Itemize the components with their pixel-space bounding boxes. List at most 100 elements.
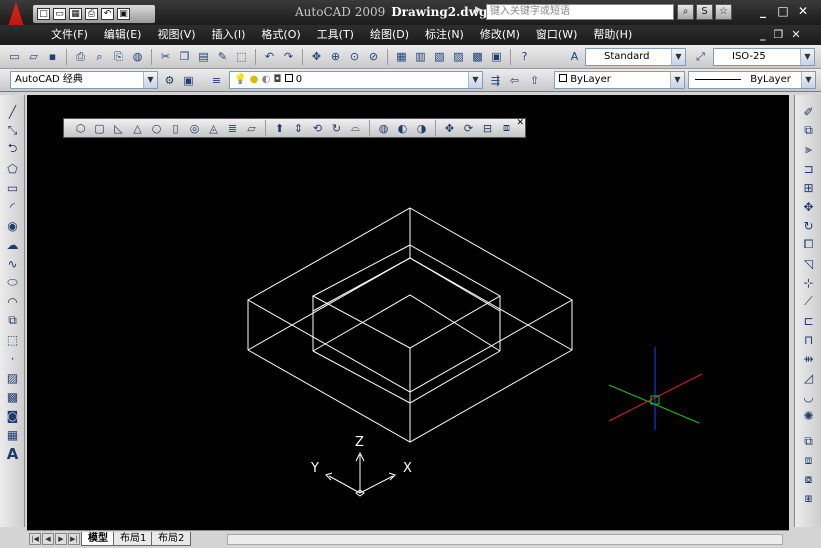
layer-states-icon[interactable]: ⇧ (526, 72, 543, 89)
break-at-point-icon[interactable]: ⊏ (800, 312, 817, 329)
gradient-icon[interactable]: ▩ (4, 388, 21, 405)
menu-format[interactable]: 格式(O) (253, 28, 308, 42)
wedge-icon[interactable]: ◺ (110, 120, 127, 136)
menu-edit[interactable]: 编辑(E) (96, 28, 150, 42)
infocenter-search-input[interactable]: 键入关键字或短语 (486, 4, 674, 20)
sphere-icon[interactable]: ○ (148, 120, 165, 136)
tab-layout2[interactable]: 布局2 (151, 532, 192, 546)
save-file-icon[interactable]: ▪ (44, 48, 61, 65)
fillet-icon[interactable]: ◡ (800, 388, 817, 405)
torus-icon[interactable]: ◎ (186, 120, 203, 136)
paste-icon[interactable]: ▤ (195, 48, 212, 65)
trim-icon[interactable]: ⊹ (800, 274, 817, 291)
open-file-icon[interactable]: ▱ (25, 48, 42, 65)
construction-line-icon[interactable]: ⤡ (4, 122, 21, 139)
planar-surface-icon[interactable]: ▱ (243, 120, 260, 136)
sweep-icon[interactable]: ⟲ (309, 120, 326, 136)
menu-help[interactable]: 帮助(H) (585, 28, 640, 42)
menu-file[interactable]: 文件(F) (43, 28, 96, 42)
menu-view[interactable]: 视图(V) (149, 28, 203, 42)
print-icon[interactable]: ⎙ (72, 48, 89, 65)
cylinder-icon[interactable]: ▯ (167, 120, 184, 136)
doc-minimize-button[interactable]: _ (760, 28, 766, 42)
redo-icon[interactable]: ▣ (117, 8, 130, 20)
scale-icon[interactable]: ⧠ (800, 236, 817, 253)
menu-tools[interactable]: 工具(T) (309, 28, 362, 42)
table-icon[interactable]: ▦ (4, 426, 21, 443)
stretch-icon[interactable]: ◹ (800, 255, 817, 272)
horizontal-scrollbar[interactable] (227, 534, 783, 545)
plot-preview-icon[interactable]: ⌕ (91, 48, 108, 65)
send-to-back-icon[interactable]: ⧇ (800, 471, 817, 488)
quickcalc-icon[interactable]: ▣ (488, 48, 505, 65)
properties-icon[interactable]: ▦ (393, 48, 410, 65)
intersect-icon[interactable]: ◑ (413, 120, 430, 136)
doc-restore-button[interactable]: ❐ (774, 28, 784, 42)
box-icon[interactable]: ▢ (91, 120, 108, 136)
minimize-button[interactable]: _ (756, 4, 770, 18)
zoom-window-icon[interactable]: ⊙ (346, 48, 363, 65)
multiline-text-icon[interactable]: A (4, 445, 21, 463)
draw-order-icon[interactable]: ⧉ (800, 433, 817, 450)
flatshot-icon[interactable]: ⧈ (498, 120, 515, 136)
qnew-icon[interactable]: □ (37, 8, 50, 20)
menu-window[interactable]: 窗口(W) (528, 28, 585, 42)
rectangle-icon[interactable]: ▭ (4, 179, 21, 196)
cut-icon[interactable]: ✂ (157, 48, 174, 65)
open-icon[interactable]: ▭ (53, 8, 66, 20)
search-icon[interactable]: ⌕ (677, 4, 694, 20)
linetype-select[interactable]: ByLayer ▼ (688, 71, 816, 89)
menu-dimension[interactable]: 标注(N) (417, 28, 472, 42)
arc-icon[interactable]: ◜ (4, 198, 21, 215)
extrude-icon[interactable]: ⬆ (271, 120, 288, 136)
cone-icon[interactable]: △ (129, 120, 146, 136)
drawing-canvas[interactable]: Z Y X (27, 95, 789, 530)
copy-object-icon[interactable]: ⧉ (800, 122, 817, 139)
pan-icon[interactable]: ✥ (308, 48, 325, 65)
union-icon[interactable]: ◍ (375, 120, 392, 136)
revision-cloud-icon[interactable]: ☁ (4, 236, 21, 253)
ellipse-icon[interactable]: ⬭ (4, 274, 21, 291)
extend-icon[interactable]: ⟋ (800, 293, 817, 310)
text-style-select[interactable]: Standard ▼ (585, 48, 686, 66)
next-tab-icon[interactable]: ▶ (55, 533, 67, 545)
hatch-icon[interactable]: ▨ (4, 369, 21, 386)
zoom-realtime-icon[interactable]: ⊕ (327, 48, 344, 65)
menu-insert[interactable]: 插入(I) (204, 28, 254, 42)
match-properties-icon[interactable]: ✎ (214, 48, 231, 65)
last-tab-icon[interactable]: ▶| (68, 533, 80, 545)
sheet-set-icon[interactable]: ▨ (450, 48, 467, 65)
undo-icon[interactable]: ↶ (101, 8, 114, 20)
presspull-icon[interactable]: ⇕ (290, 120, 307, 136)
plot-icon[interactable]: ⎙ (85, 8, 98, 20)
polyline-icon[interactable]: ⮌ (4, 141, 21, 158)
polysolid-icon[interactable]: ⬡ (72, 120, 89, 136)
region-icon[interactable]: ◙ (4, 407, 21, 424)
workspace-settings-icon[interactable]: ⚙ (161, 72, 178, 89)
join-icon[interactable]: ⇻ (800, 350, 817, 367)
help-icon[interactable]: ? (516, 48, 533, 65)
line-icon[interactable]: ╱ (4, 103, 21, 120)
layer-select[interactable]: 💡 ● ◐ ◘ 0 ▼ (229, 71, 483, 89)
loft-icon[interactable]: ⌓ (347, 120, 364, 136)
tool-palettes-icon[interactable]: ▧ (431, 48, 448, 65)
clean-screen-icon[interactable]: ▣ (180, 72, 197, 89)
tab-model[interactable]: 模型 (81, 532, 115, 546)
save-icon[interactable]: ▦ (69, 8, 82, 20)
dim-style-select[interactable]: ISO-25 ▼ (713, 48, 815, 66)
maximize-button[interactable]: □ (776, 4, 790, 18)
layer-properties-icon[interactable]: ≡ (208, 72, 225, 89)
subtract-icon[interactable]: ◐ (394, 120, 411, 136)
revolve-icon[interactable]: ↻ (328, 120, 345, 136)
workspace-select[interactable]: AutoCAD 经典 ▼ (10, 71, 158, 89)
polygon-icon[interactable]: ⬠ (4, 160, 21, 177)
point-icon[interactable]: · (4, 350, 21, 367)
publish-icon[interactable]: ⎘ (110, 48, 127, 65)
insert-block-icon[interactable]: ⧉ (4, 312, 21, 329)
pyramid-icon[interactable]: ◬ (205, 120, 222, 136)
spline-icon[interactable]: ∿ (4, 255, 21, 272)
markup-icon[interactable]: ▩ (469, 48, 486, 65)
erase-icon[interactable]: ✐ (800, 103, 817, 120)
tab-layout1[interactable]: 布局1 (113, 532, 154, 546)
subscription-icon[interactable]: S (696, 4, 713, 20)
